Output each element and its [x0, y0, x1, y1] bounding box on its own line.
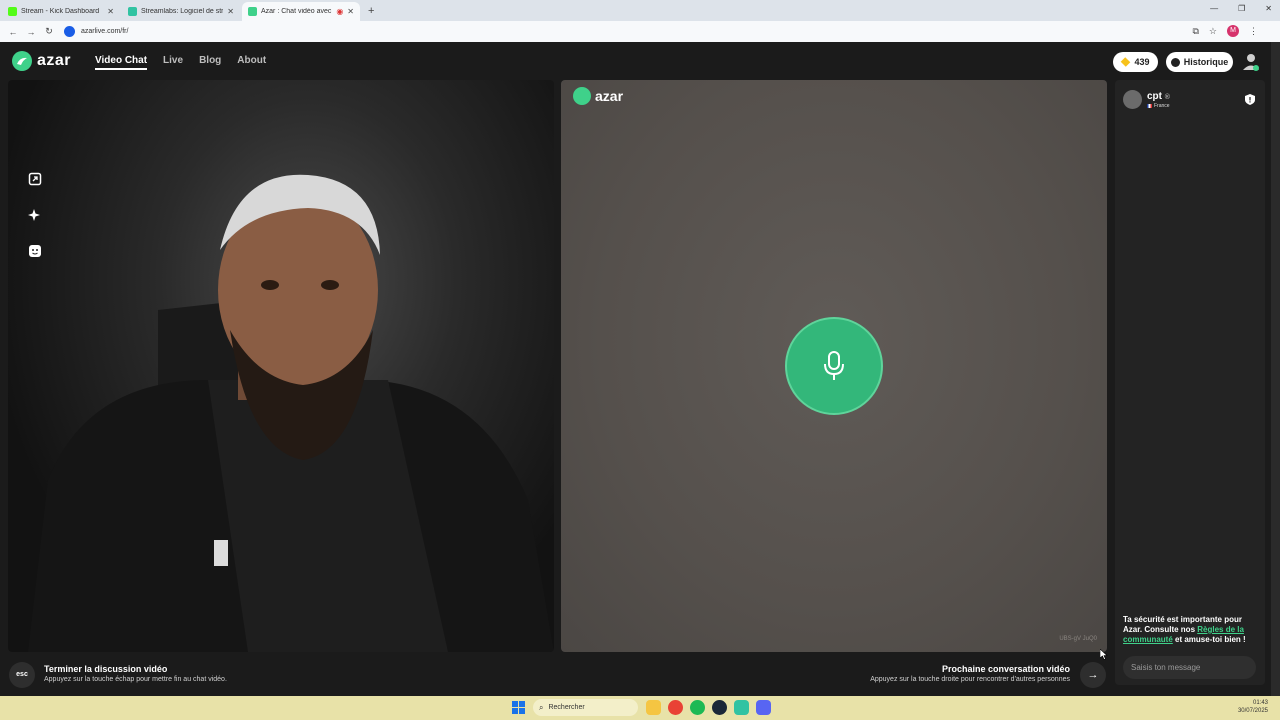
gems-count: 439 — [1134, 57, 1150, 67]
effects-sparkle-icon[interactable] — [28, 208, 42, 222]
nav-blog[interactable]: Blog — [199, 55, 221, 70]
expand-icon[interactable] — [28, 172, 42, 186]
end-chat-title: Terminer la discussion vidéo — [44, 664, 168, 674]
remote-video: azar UBS-gV JuQ0 — [561, 80, 1107, 652]
browser-tab-streamlabs[interactable]: Streamlabs: Logiciel de streami ✕ — [122, 2, 240, 21]
taskbar-search[interactable]: ⌕ Rechercher — [533, 699, 638, 716]
report-shield-icon[interactable] — [1245, 94, 1255, 105]
tab-title: Stream - Kick Dashboard — [21, 8, 100, 15]
france-flag-icon — [1147, 103, 1152, 108]
windows-start-icon[interactable] — [512, 701, 525, 714]
mouse-cursor-icon — [1100, 649, 1108, 660]
session-id-text: UBS-gV JuQ0 — [1059, 636, 1097, 642]
window-controls: — ❐ ✕ — [1210, 4, 1272, 13]
os-taskbar: ⌕ Rechercher 01:43 30/07/2025 — [0, 696, 1280, 720]
end-chat-hint: Appuyez sur la touche échap pour mettre … — [44, 676, 227, 683]
end-chat-esc-button[interactable]: esc — [9, 662, 35, 688]
watermark-text: azar — [595, 88, 624, 104]
local-video — [8, 80, 554, 652]
close-tab-icon[interactable]: ✕ — [347, 7, 354, 16]
site-info-icon[interactable] — [64, 26, 75, 37]
clock-date: 30/07/2025 — [1237, 708, 1268, 714]
next-chat-button[interactable]: → — [1080, 662, 1106, 688]
audio-only-indicator — [785, 317, 883, 415]
azar-logo-icon — [573, 87, 591, 105]
gems-button[interactable]: 439 — [1113, 52, 1158, 72]
history-label: Historique — [1183, 57, 1229, 67]
clock-icon — [1170, 57, 1180, 67]
address-bar: ← → ↻ azarlive.com/fr/ ⧉ ☆ M ⋮ — [0, 21, 1280, 42]
message-input[interactable] — [1123, 656, 1256, 679]
browser-tab-kick[interactable]: Stream - Kick Dashboard ✕ — [2, 2, 120, 21]
url-field[interactable]: azarlive.com/fr/ — [64, 26, 128, 37]
profile-avatar[interactable]: M — [1227, 25, 1239, 37]
next-chat-title: Prochaine conversation vidéo — [941, 664, 1070, 674]
kick-favicon-icon — [8, 7, 17, 16]
back-icon[interactable]: ← — [8, 27, 18, 37]
browser-menu-icon[interactable]: ⋮ — [1249, 26, 1258, 37]
reload-icon[interactable]: ↻ — [44, 26, 54, 37]
peer-name: cpt — [1147, 90, 1162, 102]
clock-time: 01:43 — [1252, 700, 1268, 706]
nav-about[interactable]: About — [237, 55, 266, 70]
tab-title: Azar : Chat vidéo avec de n — [261, 8, 332, 15]
face-filter-icon[interactable] — [28, 244, 42, 258]
url-text: azarlive.com/fr/ — [81, 28, 129, 35]
microphone-icon — [824, 351, 844, 380]
restore-icon[interactable]: ❐ — [1238, 4, 1245, 13]
local-camera-feed — [28, 174, 554, 652]
system-clock[interactable]: 01:43 30/07/2025 — [1238, 699, 1268, 715]
bottom-controls: esc Terminer la discussion vidéo Appuyez… — [0, 652, 1110, 696]
file-explorer-icon[interactable] — [646, 700, 661, 715]
discord-icon[interactable] — [756, 700, 771, 715]
nav-video-chat[interactable]: Video Chat — [95, 55, 148, 70]
verified-icon: ® — [1164, 93, 1170, 101]
azar-favicon-icon — [248, 7, 257, 16]
streamlabs-favicon-icon — [128, 7, 137, 16]
close-tab-icon[interactable]: ✕ — [107, 7, 114, 16]
install-app-icon[interactable]: ⧉ — [1192, 26, 1198, 37]
azar-logo[interactable]: azar — [12, 51, 71, 71]
close-window-icon[interactable]: ✕ — [1265, 4, 1272, 13]
safety-notice: Ta sécurité est importante pour Azar. Co… — [1123, 615, 1255, 645]
peer-info[interactable]: cpt ® France — [1123, 90, 1170, 109]
app-header: azar Video Chat Live Blog About 439 Hist… — [0, 42, 1271, 80]
user-profile-icon[interactable] — [1242, 52, 1260, 72]
search-icon: ⌕ — [539, 702, 544, 712]
browser-tab-azar[interactable]: Azar : Chat vidéo avec de n ◉ ✕ — [242, 2, 360, 21]
forward-icon[interactable]: → — [26, 27, 36, 37]
bookmark-star-icon[interactable]: ☆ — [1209, 26, 1217, 37]
new-tab-button[interactable]: + — [368, 2, 374, 21]
history-button[interactable]: Historique — [1166, 52, 1233, 72]
peer-country: France — [1154, 102, 1170, 109]
main-nav: Video Chat Live Blog About — [95, 55, 266, 70]
page-scrollbar[interactable] — [1271, 42, 1280, 696]
chrome-icon[interactable] — [668, 700, 683, 715]
safety-text-post: et amuse-toi bien ! — [1172, 635, 1246, 644]
streamlabs-icon[interactable] — [734, 700, 749, 715]
gem-icon — [1121, 57, 1131, 67]
close-tab-icon[interactable]: ✕ — [227, 7, 234, 16]
logo-text: azar — [37, 52, 72, 69]
local-video-tools — [28, 172, 42, 258]
tab-title: Streamlabs: Logiciel de streami — [141, 8, 224, 15]
remote-azar-watermark: azar — [573, 87, 623, 105]
browser-tab-bar: Stream - Kick Dashboard ✕ Streamlabs: Lo… — [0, 0, 1280, 21]
recording-icon: ◉ — [336, 7, 344, 16]
steam-icon[interactable] — [712, 700, 727, 715]
peer-avatar — [1123, 90, 1142, 109]
spotify-icon[interactable] — [690, 700, 705, 715]
minimize-icon[interactable]: — — [1210, 4, 1218, 13]
azar-logo-icon — [12, 51, 32, 71]
taskbar-apps — [646, 700, 771, 715]
chat-panel: cpt ® France Ta sécurité est importante … — [1115, 80, 1265, 685]
search-placeholder: Rechercher — [548, 704, 585, 711]
nav-live[interactable]: Live — [163, 55, 183, 70]
next-chat-hint: Appuyez sur la touche droite pour rencon… — [870, 676, 1070, 683]
address-bar-actions: ⧉ ☆ M ⋮ — [1192, 25, 1258, 37]
